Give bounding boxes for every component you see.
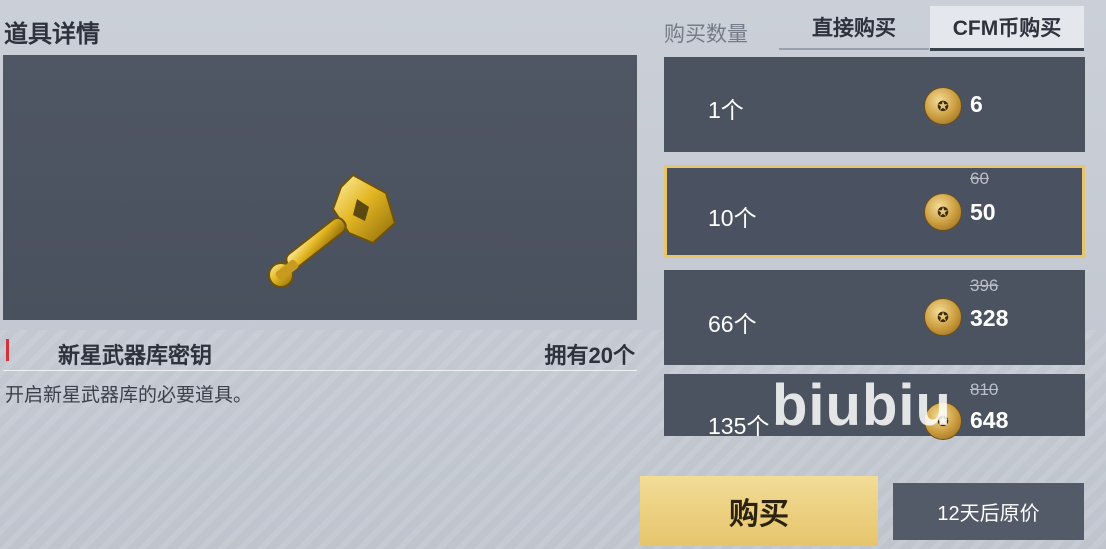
quantity-option[interactable]: 396 66个 ✪ 328 xyxy=(664,270,1085,365)
option-price: 6 xyxy=(970,91,983,117)
option-price: 648 xyxy=(970,407,1009,433)
option-quantity: 10个 xyxy=(708,205,757,231)
cfm-coin-icon: ✪ xyxy=(924,298,962,336)
tab-direct-buy[interactable]: 直接购买 xyxy=(779,6,929,50)
item-name: 新星武器库密钥 xyxy=(58,343,213,368)
original-price-countdown-button[interactable]: 12天后原价 xyxy=(893,483,1084,540)
option-quantity: 66个 xyxy=(708,311,757,337)
gold-key-icon xyxy=(268,173,397,288)
watermark: biubiu xyxy=(772,373,952,438)
buy-button[interactable]: 购买 xyxy=(640,476,878,546)
option-price: 50 xyxy=(970,199,996,225)
option-quantity: 1个 xyxy=(708,97,744,123)
owned-count: 拥有20个 xyxy=(544,343,635,368)
accent-marker xyxy=(6,339,9,361)
item-description: 开启新星武器库的必要道具。 xyxy=(5,385,253,406)
quantity-option-selected[interactable]: 60 10个 ✪ 50 xyxy=(664,165,1085,258)
quantity-label: 购买数量 xyxy=(664,23,748,46)
option-quantity: 135个 xyxy=(708,413,770,439)
item-info-row: 新星武器库密钥 拥有20个 xyxy=(3,332,637,371)
cfm-coin-icon: ✪ xyxy=(924,87,962,125)
cfm-coin-icon: ✪ xyxy=(924,193,962,231)
quantity-option[interactable]: 1个 ✪ 6 xyxy=(664,57,1085,152)
option-price: 328 xyxy=(970,305,1009,331)
option-original-price: 810 xyxy=(970,380,999,399)
option-original-price: 60 xyxy=(970,169,989,188)
item-preview xyxy=(3,55,637,320)
option-original-price: 396 xyxy=(970,276,999,295)
tab-cfm-coin-buy[interactable]: CFM币购买 xyxy=(930,6,1084,51)
page-title: 道具详情 xyxy=(4,21,100,48)
